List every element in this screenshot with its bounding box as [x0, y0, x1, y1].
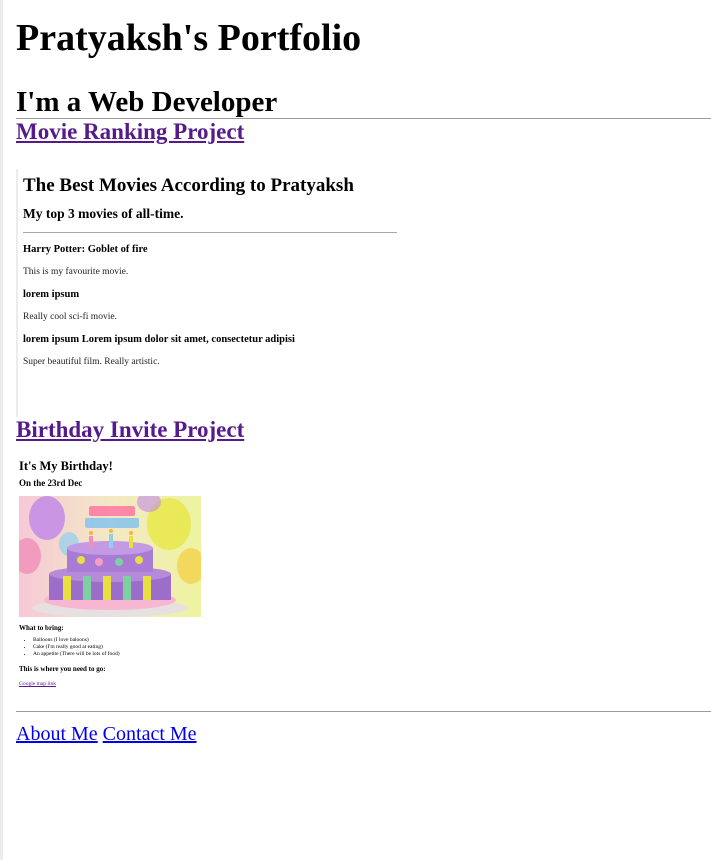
page-title: Pratyaksh's Portfolio [16, 17, 362, 59]
list-item: Balloons (I love baloons) [33, 637, 316, 644]
birthday-project-iframe[interactable]: It's My Birthday! On the 23rd Dec What t… [16, 459, 316, 711]
footer-nav: About Me Contact Me [16, 712, 711, 746]
movie-description: This is my favourite movie. [23, 267, 129, 277]
movie-project-heading: Movie Ranking Project [16, 119, 711, 145]
birthday-cake-image [19, 496, 201, 617]
movie-name: lorem ipsum [23, 289, 80, 300]
birthday-project-heading: Birthday Invite Project [16, 417, 711, 443]
contact-me-link[interactable]: Contact Me [103, 723, 197, 745]
google-map-link[interactable]: Google map link [19, 674, 316, 688]
list-item: Cake (I'm really good at eating) [33, 644, 316, 651]
movie-embed-subtitle: My top 3 movies of all-time. [23, 206, 184, 221]
birthday-embed-date: On the 23rd Dec [19, 478, 83, 488]
movie-embed-title: The Best Movies According to Pratyaksh [23, 175, 354, 196]
about-me-link[interactable]: About Me [16, 723, 98, 745]
movie-description: Super beautiful film. Really artistic. [23, 357, 160, 367]
portfolio-page: Pratyaksh's Portfolio I'm a Web Develope… [0, 0, 711, 860]
movie-name: Harry Potter: Goblet of fire [23, 244, 148, 255]
movie-project-iframe[interactable]: The Best Movies According to Pratyaksh M… [16, 169, 406, 417]
page-subtitle: I'm a Web Developer [16, 86, 278, 118]
movie-project-link[interactable]: Movie Ranking Project [16, 119, 244, 144]
location-heading: This is where you need to go: [19, 665, 106, 673]
movie-name: lorem ipsum Lorem ipsum dolor sit amet, … [23, 334, 295, 345]
movie-description: Really cool sci-fi movie. [23, 312, 117, 322]
birthday-embed-title: It's My Birthday! [19, 459, 113, 473]
bring-list: Balloons (I love baloons) Cake (I'm real… [19, 637, 316, 658]
birthday-project-link[interactable]: Birthday Invite Project [16, 417, 244, 442]
bring-heading: What to bring: [19, 624, 64, 632]
list-item: An appetite (There will be lots of food) [33, 651, 316, 658]
